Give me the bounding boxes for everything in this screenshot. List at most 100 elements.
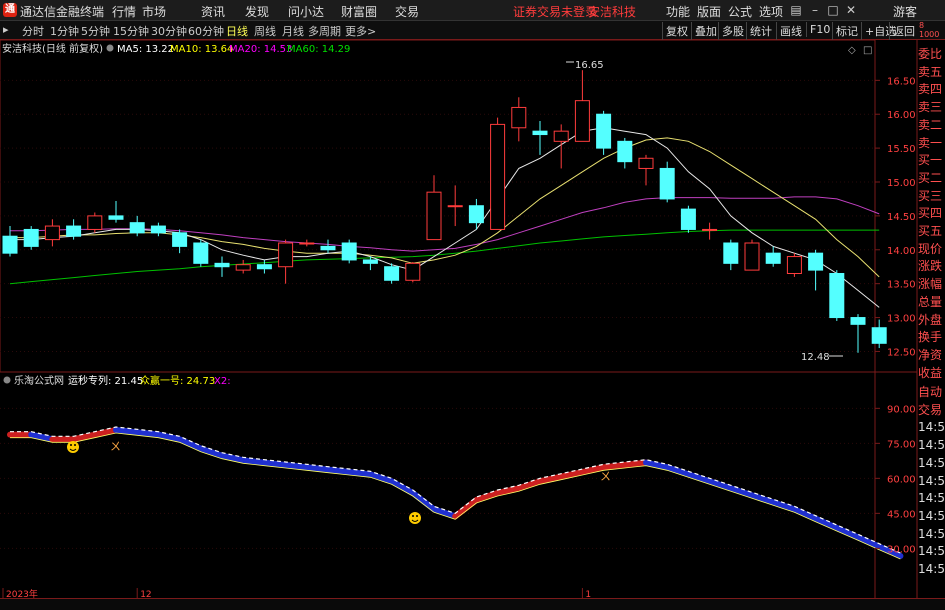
chart-maximize-icon[interactable]: □ — [863, 45, 872, 56]
menu-layout[interactable]: 版面 — [697, 3, 721, 20]
tab-30min[interactable]: 30分钟 — [151, 23, 187, 39]
candlestick-series — [2, 70, 887, 353]
candle-body-down — [214, 262, 230, 268]
sub-band-segment — [621, 459, 649, 468]
menu-wealth[interactable]: 财富圈 — [341, 3, 377, 20]
f10-button[interactable]: F10 — [806, 22, 833, 37]
menu-ask[interactable]: 问小达 — [288, 3, 324, 20]
candle-body-down — [193, 242, 209, 264]
menu-options[interactable]: 选项 — [759, 3, 783, 20]
quote-side-tab-icon[interactable]: 8 1000 — [919, 21, 939, 39]
ma5-line — [10, 127, 880, 308]
quote-side-panel: 委比 卖五 卖四 卖三 卖二 卖一 买一 买二 买三 买四 买五 现价 涨跌 涨… — [918, 46, 945, 382]
tab-15min[interactable]: 15分钟 — [113, 23, 149, 39]
menu-exchange[interactable]: 市场 — [142, 3, 166, 20]
user-guest[interactable]: 游客 — [893, 3, 917, 20]
sub-band-segment — [282, 462, 310, 471]
current-stock: 安洁科技 — [588, 5, 637, 19]
side-label: 买一 — [918, 153, 943, 168]
side-label: 卖五 — [918, 64, 943, 79]
candle-body-up — [426, 191, 442, 241]
restore-button[interactable]: 复权 — [662, 22, 691, 40]
candle-body-down — [341, 242, 357, 261]
close-icon[interactable]: ✕ — [842, 2, 860, 18]
side-label: 买二 — [918, 170, 943, 185]
candle-body-down — [108, 215, 124, 220]
back-button[interactable]: 返回 — [889, 22, 918, 40]
tab-5min[interactable]: 5分钟 — [81, 23, 110, 39]
settings-icon[interactable]: ▤ — [787, 2, 805, 18]
login-status[interactable]: 证券交易未登录 — [513, 3, 597, 20]
menu-formula[interactable]: 公式 — [728, 3, 752, 20]
candle-body-down — [532, 130, 548, 136]
side-label: 卖二 — [918, 117, 943, 132]
ma20-legend: MA20: 14.53 — [229, 44, 292, 55]
title-bar: 通 通达信金融终端 行情 市场 资讯 发现 问小达 财富圈 交易 证券交易未登录… — [0, 0, 945, 21]
tab-1min[interactable]: 1分钟 — [50, 23, 79, 39]
side-label: 涨跌 — [918, 259, 943, 274]
price-tick-label: 13.00 — [887, 314, 916, 325]
candle-body-down — [172, 232, 188, 247]
sub-label-2: 众赢一号: 24.73 — [140, 374, 215, 387]
candle-body-down — [362, 259, 378, 264]
tab-weekly[interactable]: 周线 — [254, 23, 276, 39]
date-tick-label: 2023年 — [6, 588, 38, 598]
menu-market[interactable]: 行情 — [112, 3, 136, 20]
multi-stock-button[interactable]: 多股 — [718, 22, 747, 40]
sub-band-segment — [409, 490, 437, 513]
maximize-icon[interactable]: □ — [824, 2, 842, 18]
sub-band-segment — [240, 457, 268, 466]
side-label[interactable]: 交易 — [918, 402, 945, 420]
ma60-legend: MA60: 14.29 — [287, 44, 350, 55]
side-label[interactable]: 自动 — [918, 384, 945, 402]
kline-chart[interactable]: 16.50 16.00 15.50 15.00 14.50 14.00 13.50 13.00… — [0, 40, 945, 598]
side-label: 卖三 — [918, 100, 943, 115]
tab-multi-period[interactable]: 多周期 — [308, 23, 341, 39]
menu-discover[interactable]: 发现 — [245, 3, 269, 20]
candle-body-up — [278, 242, 294, 268]
candle-body-down — [850, 317, 866, 325]
tab-intraday[interactable]: 分时 — [22, 23, 44, 39]
sub-label-1: 运秒专列: 21.45 — [68, 374, 143, 387]
main-indicator-title: 安洁科技(日线 前复权) — [2, 42, 103, 55]
sub-band-segment — [685, 471, 713, 485]
candle-body-down — [723, 242, 739, 264]
app-name: 通达信金融终端 — [20, 5, 105, 19]
date-tick-label: 1 — [585, 590, 591, 598]
tab-daily[interactable]: 日线 — [226, 23, 248, 39]
candle-body-down — [320, 245, 336, 251]
side-label: 买五 — [918, 224, 943, 239]
indicator-settings-icon[interactable] — [106, 44, 114, 52]
minimize-icon[interactable]: – — [806, 2, 824, 18]
chart-config-icon[interactable]: ◇ — [848, 45, 856, 56]
high-price-label: 16.65 — [575, 60, 604, 71]
sub-tick-label: 75.00 — [887, 439, 916, 450]
candle-body-up — [447, 205, 463, 208]
side-time: 14:56 — [918, 508, 945, 523]
tab-60min[interactable]: 60分钟 — [188, 23, 224, 39]
menu-news[interactable]: 资讯 — [201, 3, 225, 20]
menu-trade[interactable]: 交易 — [395, 3, 419, 20]
side-label: 委比 — [918, 47, 943, 61]
sub-band-segment — [600, 462, 628, 471]
candle-body-up — [574, 100, 590, 142]
date-axis: 2023年 12 1 — [2, 588, 591, 598]
mark-button[interactable]: 标记 — [832, 22, 861, 40]
menu-function[interactable]: 功能 — [666, 3, 690, 20]
tab-monthly[interactable]: 月线 — [282, 23, 304, 39]
side-label: 收益 — [918, 365, 943, 380]
side-time: 14:56 — [918, 420, 945, 435]
sub-indicator-title: 乐淘公式网 — [14, 374, 64, 387]
candle-body-down — [129, 222, 145, 234]
side-label: 卖一 — [918, 135, 943, 150]
candle-body-down — [808, 252, 824, 271]
draw-line-button[interactable]: 画线 — [776, 22, 805, 40]
sub-band-segment — [325, 466, 353, 475]
stats-button[interactable]: 统计 — [746, 22, 775, 40]
sub-indicator-settings-icon[interactable] — [3, 376, 11, 384]
side-time: 14:56 — [918, 544, 945, 559]
minute-toggle-icon[interactable]: ▸ — [3, 23, 9, 36]
overlay-button[interactable]: 叠加 — [691, 22, 720, 40]
candle-body-up — [87, 215, 103, 230]
tab-more[interactable]: 更多> — [345, 23, 376, 39]
